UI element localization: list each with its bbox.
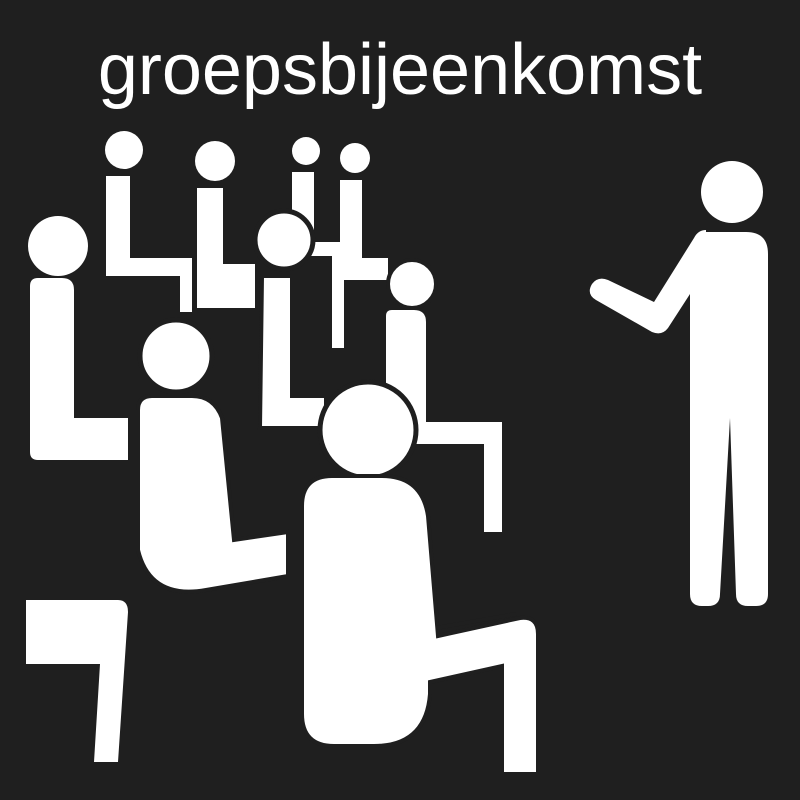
pictogram-canvas: groepsbijeenkomst <box>0 0 800 800</box>
seated-person-back-4-icon <box>340 143 388 280</box>
standing-presenter-icon <box>589 161 768 606</box>
seated-person-back-2-icon <box>195 141 255 308</box>
meeting-scene-icon <box>26 131 768 776</box>
seated-person-front-edge-icon <box>26 600 128 762</box>
seated-person-back-1-icon <box>105 131 192 312</box>
